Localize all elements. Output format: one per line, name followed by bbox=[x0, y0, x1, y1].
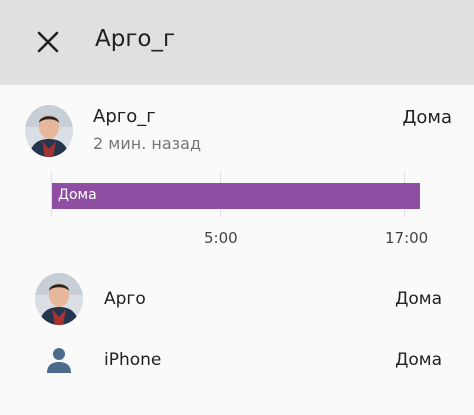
timeline-segment[interactable]: Дома bbox=[52, 183, 420, 209]
list-item-status: Дома bbox=[395, 289, 442, 309]
timeline-segment-label: Дома bbox=[58, 187, 97, 203]
list-item[interactable]: Арго Дома bbox=[0, 270, 474, 330]
avatar-photo-icon bbox=[25, 105, 73, 157]
member-name: Арго_г bbox=[93, 106, 156, 127]
close-button[interactable] bbox=[30, 24, 66, 60]
location-status: Дома bbox=[402, 107, 452, 128]
list-item[interactable]: iPhone Дома bbox=[0, 331, 474, 391]
close-icon bbox=[37, 31, 59, 53]
avatar[interactable] bbox=[25, 105, 73, 157]
page-title: Арго_г bbox=[95, 26, 176, 52]
list-item-name: Арго bbox=[104, 289, 146, 309]
list-item-name: iPhone bbox=[104, 350, 162, 370]
avatar-photo-icon bbox=[35, 273, 83, 325]
list-item-status: Дома bbox=[395, 350, 442, 370]
timeline-tick-label: 17:00 bbox=[385, 229, 429, 247]
last-seen-time: 2 мин. назад bbox=[93, 134, 202, 153]
location-timeline: Дома 5:00 17:00 bbox=[0, 172, 474, 252]
avatar bbox=[35, 273, 83, 325]
app-bar: Арго_г bbox=[0, 0, 474, 85]
person-icon bbox=[44, 345, 74, 375]
timeline-tick-label: 5:00 bbox=[204, 229, 238, 247]
